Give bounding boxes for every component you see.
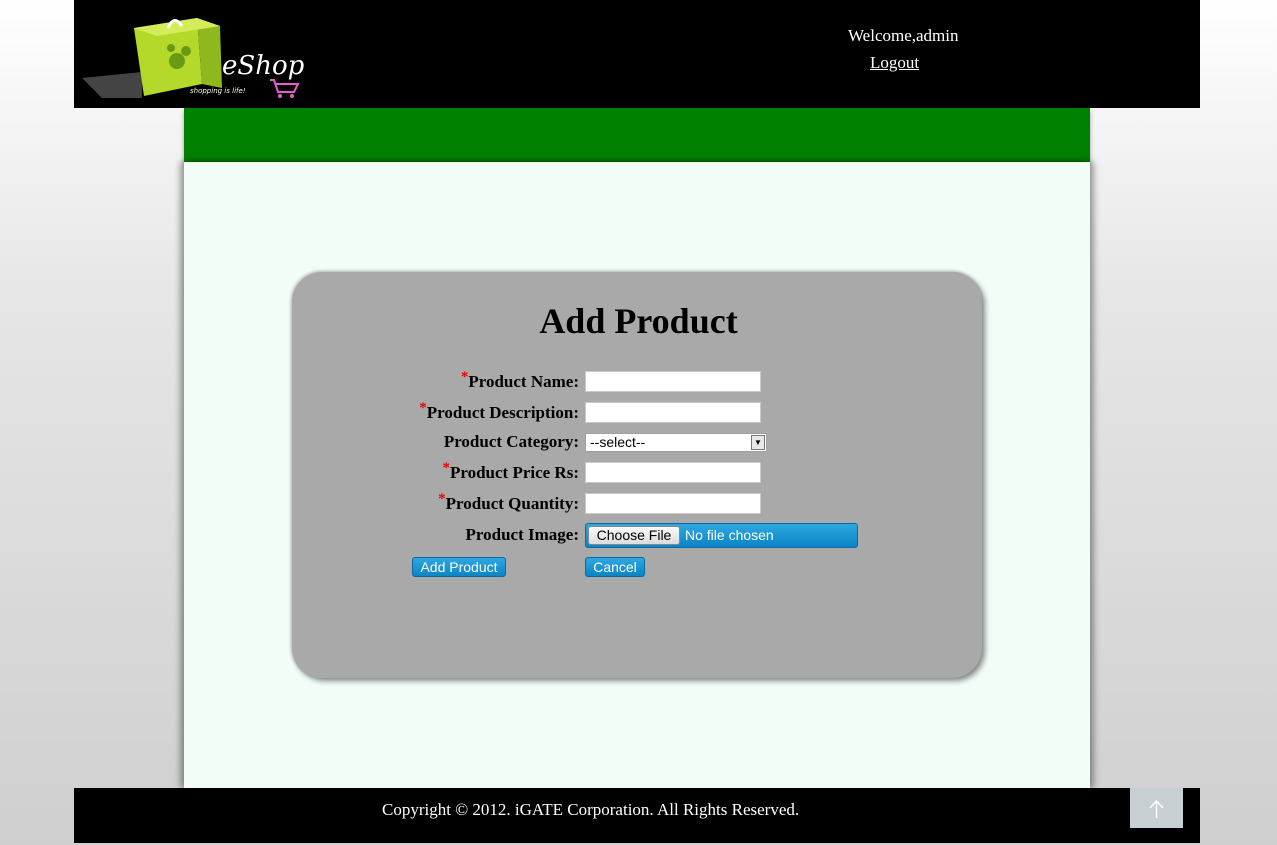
- page-title: Add Product: [539, 301, 738, 341]
- arrow-up-icon: [1149, 799, 1164, 818]
- required-marker: *: [442, 460, 450, 476]
- cancel-button[interactable]: Cancel: [585, 557, 645, 577]
- scroll-to-top-button[interactable]: [1130, 788, 1183, 828]
- required-marker: *: [419, 400, 427, 416]
- product-price-label: *Product Price Rs:: [442, 460, 579, 482]
- product-category-selected: --select--: [590, 434, 646, 450]
- file-status-text: No file chosen: [685, 527, 774, 543]
- logo-text: eShop: [222, 51, 305, 81]
- product-image-file-input[interactable]: Choose File No file chosen: [585, 523, 858, 548]
- required-marker: *: [438, 491, 446, 507]
- choose-file-button[interactable]: Choose File: [588, 526, 680, 545]
- product-description-input[interactable]: [585, 402, 761, 423]
- welcome-text: Welcome,admin: [848, 26, 959, 45]
- chevron-down-icon[interactable]: ▼: [751, 435, 765, 450]
- product-quantity-label: *Product Quantity:: [438, 491, 579, 513]
- product-description-label: *Product Description:: [419, 400, 579, 422]
- add-product-button[interactable]: Add Product: [412, 557, 506, 577]
- product-image-label: Product Image:: [465, 525, 579, 544]
- product-price-input[interactable]: [585, 462, 761, 483]
- product-quantity-input[interactable]: [585, 493, 761, 514]
- required-marker: *: [460, 369, 469, 385]
- copyright-text: Copyright © 2012. iGATE Corporation. All…: [382, 800, 800, 819]
- svg-text:shopping is life!: shopping is life!: [190, 87, 246, 95]
- product-name-input[interactable]: [585, 371, 761, 392]
- product-name-label: *Product Name:: [460, 369, 579, 391]
- nav-bar: [184, 108, 1090, 162]
- logout-link[interactable]: Logout: [870, 53, 919, 73]
- eshop-logo: eShop shopping is life!: [82, 18, 305, 98]
- header: eShop shopping is life! Welcome,admin Lo…: [74, 0, 1200, 108]
- footer: Copyright © 2012. iGATE Corporation. All…: [74, 788, 1200, 843]
- product-category-select[interactable]: --select-- ▼: [585, 433, 767, 452]
- product-category-label: Product Category:: [443, 432, 579, 451]
